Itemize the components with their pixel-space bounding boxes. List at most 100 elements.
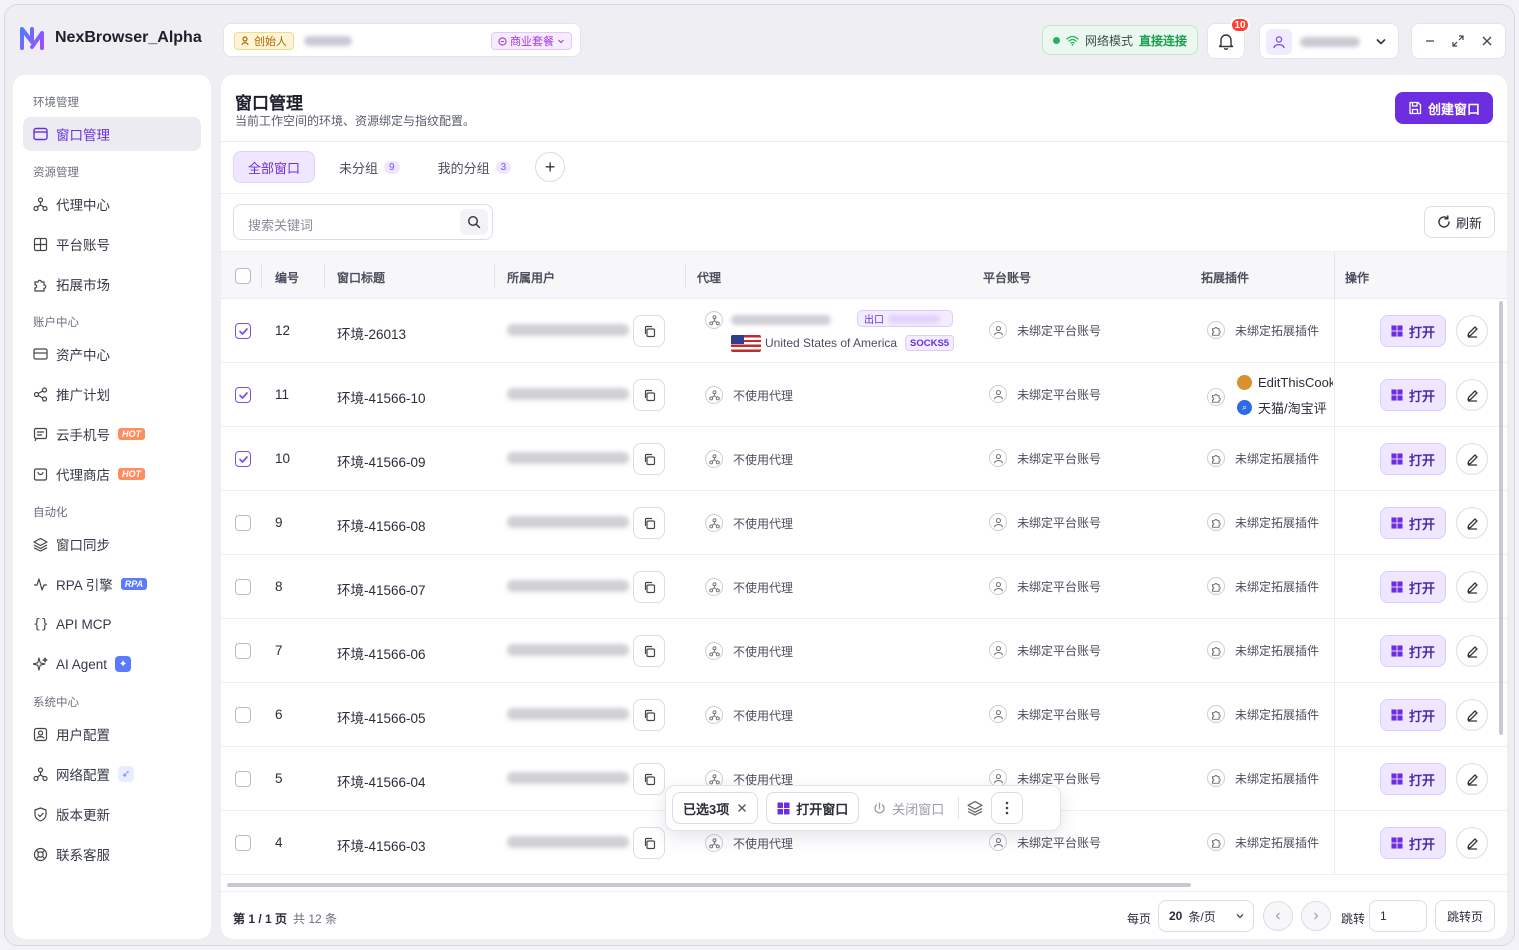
- table-row[interactable]: 12 环境-26013 出口 United States of America SOCK…: [221, 299, 1507, 363]
- notification-button[interactable]: 10: [1207, 17, 1250, 59]
- open-window-button[interactable]: 打开: [1380, 699, 1446, 731]
- proxy-label: 不使用代理: [733, 452, 794, 467]
- jump-page-input[interactable]: 1: [1369, 900, 1427, 932]
- copy-button[interactable]: [633, 571, 665, 603]
- copy-button[interactable]: [633, 379, 665, 411]
- search-button[interactable]: [460, 209, 488, 235]
- table-row[interactable]: 9 环境-41566-08 不使用代理 未绑定平台账号 未绑定拓展插件 打开: [221, 491, 1507, 555]
- table-row[interactable]: 7 环境-41566-06 不使用代理 未绑定平台账号 未绑定拓展插件 打开: [221, 619, 1507, 683]
- puzzle-icon: [1211, 582, 1221, 592]
- col-header-extension: 拓展插件: [1201, 271, 1250, 285]
- refresh-button[interactable]: 刷新: [1423, 206, 1495, 238]
- table-row[interactable]: 10 环境-41566-09 不使用代理 未绑定平台账号 未绑定拓展插件 打开: [221, 427, 1507, 491]
- sidebar-item-platform-accounts[interactable]: 平台账号: [23, 227, 201, 261]
- windows-icon: [1391, 453, 1403, 465]
- edit-button[interactable]: [1456, 379, 1488, 411]
- search-input[interactable]: 搜索关键词: [233, 204, 493, 240]
- tab-all-windows[interactable]: 全部窗口: [233, 151, 316, 183]
- copy-button[interactable]: [633, 635, 665, 667]
- sidebar-item-support[interactable]: 联系客服: [23, 837, 201, 871]
- copy-button[interactable]: [633, 507, 665, 539]
- edit-button[interactable]: [1456, 827, 1488, 859]
- row-checkbox[interactable]: [235, 835, 251, 851]
- maximize-icon[interactable]: [1452, 35, 1465, 47]
- sidebar-item-ai-agent[interactable]: AI Agent ✦: [23, 647, 201, 681]
- copy-button[interactable]: [633, 827, 665, 859]
- clear-selection-icon[interactable]: [737, 803, 747, 813]
- proxy-icon-wrap: [705, 706, 723, 724]
- row-checkbox[interactable]: [235, 387, 251, 403]
- row-checkbox[interactable]: [235, 771, 251, 787]
- next-page-button[interactable]: [1301, 901, 1331, 931]
- create-window-button[interactable]: 创建窗口: [1394, 92, 1493, 124]
- sidebar-item-proxy-store[interactable]: 代理商店 HOT: [23, 457, 201, 491]
- open-label: 打开: [1408, 580, 1435, 596]
- per-page-select[interactable]: 20 条/页: [1158, 900, 1254, 932]
- edit-button[interactable]: [1456, 315, 1488, 347]
- workspace-selector[interactable]: 创始人 商业套餐: [223, 23, 581, 57]
- edit-button[interactable]: [1456, 571, 1488, 603]
- plan-badge[interactable]: 商业套餐: [491, 32, 572, 50]
- user-menu[interactable]: [1259, 23, 1399, 59]
- sidebar-item-proxy-center[interactable]: 代理中心: [23, 187, 201, 221]
- extension-info: 未绑定拓展插件: [1207, 705, 1319, 723]
- row-checkbox[interactable]: [235, 707, 251, 723]
- more-actions-button[interactable]: [991, 792, 1024, 824]
- window-controls: [1411, 23, 1506, 59]
- table-row[interactable]: 8 环境-41566-07 不使用代理 未绑定平台账号 未绑定拓展插件 打开: [221, 555, 1507, 619]
- edit-button[interactable]: [1456, 507, 1488, 539]
- edit-button[interactable]: [1456, 635, 1488, 667]
- sidebar-item-extension-market[interactable]: 拓展市场: [23, 267, 201, 301]
- row-checkbox[interactable]: [235, 323, 251, 339]
- tab-my-groups[interactable]: 我的分组 3: [424, 151, 526, 183]
- row-checkbox[interactable]: [235, 643, 251, 659]
- copy-button[interactable]: [633, 315, 665, 347]
- layers-icon[interactable]: [967, 800, 983, 816]
- open-window-button[interactable]: 打开: [1380, 827, 1446, 859]
- select-all-checkbox[interactable]: [235, 268, 251, 284]
- open-window-button[interactable]: 打开: [1380, 763, 1446, 795]
- sidebar-item-cloud-phone[interactable]: 云手机号 HOT: [23, 417, 201, 451]
- edit-button[interactable]: [1456, 443, 1488, 475]
- copy-button[interactable]: [633, 763, 665, 795]
- network-mode-indicator[interactable]: 网络模式 直接连接: [1042, 25, 1199, 55]
- bulk-open-window-button[interactable]: 打开窗口: [766, 792, 860, 824]
- proxy-icon: [708, 389, 720, 400]
- sidebar-item-window-sync[interactable]: 窗口同步: [23, 527, 201, 561]
- open-window-button[interactable]: 打开: [1380, 315, 1446, 347]
- table-row[interactable]: 11 环境-41566-10 不使用代理 未绑定平台账号 EditThisCookie ⌕…: [221, 363, 1507, 427]
- sidebar-item-api-mcp[interactable]: {} API MCP: [23, 607, 201, 641]
- bulk-close-window-button[interactable]: 关闭窗口: [867, 792, 950, 824]
- open-window-button[interactable]: 打开: [1380, 571, 1446, 603]
- add-group-button[interactable]: +: [535, 152, 566, 182]
- sidebar-item-rpa[interactable]: RPA 引擎 RPA: [23, 567, 201, 601]
- selection-count-chip[interactable]: 已选3项: [672, 792, 759, 824]
- open-window-button[interactable]: 打开: [1380, 507, 1446, 539]
- prev-page-button[interactable]: [1263, 901, 1293, 931]
- tab-ungrouped[interactable]: 未分组 9: [325, 151, 414, 183]
- sidebar-item-window-manage[interactable]: 窗口管理: [23, 117, 201, 151]
- vertical-scrollbar[interactable]: [1499, 301, 1503, 735]
- sidebar-item-assets[interactable]: 资产中心: [23, 337, 201, 371]
- jump-page-button[interactable]: 跳转页: [1435, 900, 1495, 932]
- puzzle-icon: [34, 279, 47, 292]
- copy-button[interactable]: [633, 699, 665, 731]
- open-window-button[interactable]: 打开: [1380, 443, 1446, 475]
- close-icon[interactable]: [1481, 35, 1493, 47]
- sidebar-item-network-config[interactable]: 网络配置 ➶: [23, 757, 201, 791]
- owner-email-blurred: [507, 452, 629, 464]
- table-row[interactable]: 6 环境-41566-05 不使用代理 未绑定平台账号 未绑定拓展插件 打开: [221, 683, 1507, 747]
- edit-button[interactable]: [1456, 763, 1488, 795]
- row-checkbox[interactable]: [235, 515, 251, 531]
- row-checkbox[interactable]: [235, 451, 251, 467]
- open-window-button[interactable]: 打开: [1380, 635, 1446, 667]
- open-window-button[interactable]: 打开: [1380, 379, 1446, 411]
- sidebar-item-version-update[interactable]: 版本更新: [23, 797, 201, 831]
- sidebar-item-user-config[interactable]: 用户配置: [23, 717, 201, 751]
- edit-button[interactable]: [1456, 699, 1488, 731]
- row-checkbox[interactable]: [235, 579, 251, 595]
- sidebar-item-promotion[interactable]: 推广计划: [23, 377, 201, 411]
- minimize-icon[interactable]: [1424, 35, 1436, 47]
- copy-button[interactable]: [633, 443, 665, 475]
- horizontal-scrollbar[interactable]: [227, 883, 1191, 887]
